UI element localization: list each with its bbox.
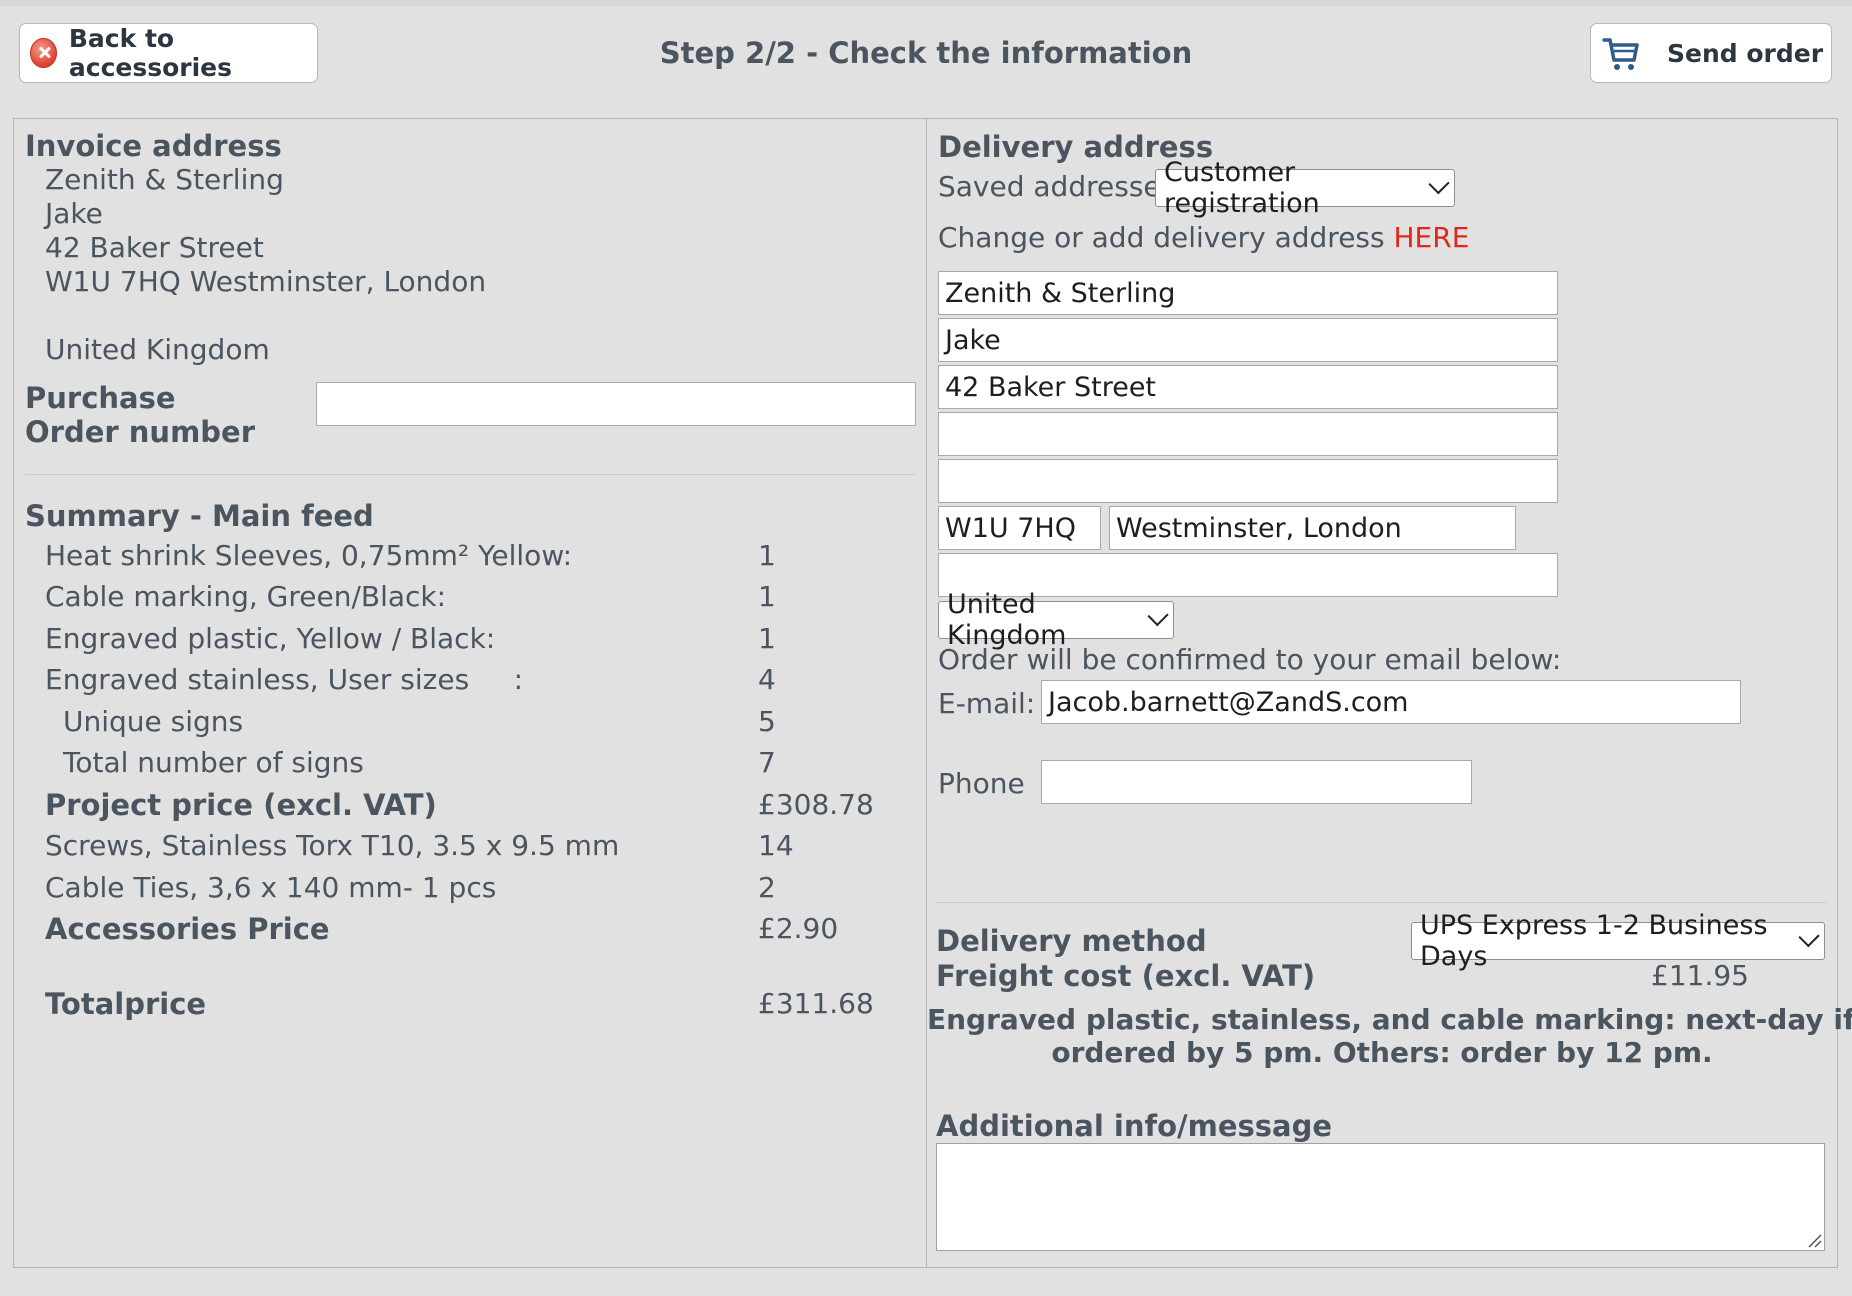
summary-row-label: Cable Ties, 3,6 x 140 mm- 1 pcs bbox=[45, 871, 497, 904]
summary-row-label: Engraved stainless, User sizes : bbox=[45, 663, 524, 696]
project-price-value: £308.78 bbox=[758, 788, 874, 821]
freight-cost-value: £11.95 bbox=[1651, 959, 1749, 992]
email-label: E-mail: bbox=[938, 687, 1036, 720]
saved-addresses-value: Customer registration bbox=[1164, 157, 1320, 219]
total-price-value: £311.68 bbox=[758, 987, 874, 1020]
summary-row-value: 2 bbox=[758, 871, 776, 904]
additional-info-textarea[interactable] bbox=[936, 1143, 1825, 1251]
resize-grip-icon[interactable] bbox=[1806, 1232, 1822, 1248]
page-title: Step 2/2 - Check the information bbox=[659, 36, 1193, 70]
send-order-label: Send order bbox=[1667, 38, 1824, 68]
summary-row-label: Screws, Stainless Torx T10, 3.5 x 9.5 mm bbox=[45, 829, 620, 862]
delivery-notice-line1: Engraved plastic, stainless, and cable m… bbox=[927, 1003, 1852, 1036]
delivery-address-line5-input[interactable] bbox=[938, 459, 1558, 503]
change-address-label: Change or add delivery address bbox=[938, 221, 1394, 254]
summary-row-label: Total number of signs bbox=[63, 746, 364, 779]
delivery-street-input[interactable]: 42 Baker Street bbox=[938, 365, 1558, 409]
chevron-down-icon bbox=[1147, 605, 1169, 627]
invoice-city: W1U 7HQ Westminster, London bbox=[45, 265, 487, 298]
summary-row-label: Cable marking, Green/Black: bbox=[45, 580, 447, 613]
invoice-address-heading: Invoice address bbox=[25, 129, 282, 163]
po-label-line2: Order number bbox=[25, 415, 256, 449]
summary-row-value: 14 bbox=[758, 829, 794, 862]
saved-addresses-label: Saved addresses bbox=[938, 170, 1176, 203]
delivery-country-select[interactable]: United Kingdom bbox=[938, 589, 1174, 651]
saved-addresses-select[interactable]: Customer registration bbox=[1155, 157, 1455, 219]
top-strip bbox=[0, 0, 1852, 6]
confirm-email-note: Order will be confirmed to your email be… bbox=[938, 643, 1562, 676]
divider bbox=[935, 902, 1827, 903]
delivery-name-input[interactable]: Jake bbox=[938, 318, 1558, 362]
summary-row-label: Unique signs bbox=[63, 705, 244, 738]
purchase-order-input[interactable] bbox=[316, 382, 916, 426]
phone-label: Phone bbox=[938, 767, 1025, 800]
delivery-country-value: United Kingdom bbox=[947, 589, 1067, 651]
summary-row-value: 4 bbox=[758, 663, 776, 696]
summary-row-label: Heat shrink Sleeves, 0,75mm² Yellow: bbox=[45, 539, 573, 572]
summary-row-value: 1 bbox=[758, 580, 776, 613]
invoice-summary-panel: Invoice address Zenith & Sterling Jake 4… bbox=[13, 118, 927, 1268]
summary-row-value: 5 bbox=[758, 705, 776, 738]
delivery-method-select[interactable]: UPS Express 1-2 Business Days bbox=[1411, 910, 1825, 972]
send-order-button[interactable]: Send order bbox=[1590, 23, 1832, 83]
delivery-postcode-input[interactable]: W1U 7HQ bbox=[938, 506, 1101, 550]
invoice-street: 42 Baker Street bbox=[45, 231, 264, 264]
delivery-panel: Delivery address Saved addresses Custome… bbox=[926, 118, 1852, 1268]
delivery-address-line4-input[interactable] bbox=[938, 412, 1558, 456]
delivery-city-input[interactable]: Westminster, London bbox=[1109, 506, 1516, 550]
delivery-company-input[interactable]: Zenith & Sterling bbox=[938, 271, 1558, 315]
change-address-text: Change or add delivery address HERE bbox=[938, 221, 1469, 254]
change-address-link[interactable]: HERE bbox=[1394, 221, 1470, 254]
invoice-company: Zenith & Sterling bbox=[45, 163, 284, 196]
project-price-label: Project price (excl. VAT) bbox=[45, 788, 437, 822]
accessories-price-label: Accessories Price bbox=[45, 912, 330, 946]
cart-icon bbox=[1602, 38, 1639, 70]
summary-heading: Summary - Main feed bbox=[25, 499, 374, 533]
invoice-name: Jake bbox=[45, 197, 103, 230]
delivery-notice-line2: ordered by 5 pm. Others: order by 12 pm. bbox=[1051, 1036, 1713, 1069]
chevron-down-icon bbox=[1798, 926, 1820, 948]
total-price-label: Totalprice bbox=[45, 987, 207, 1021]
summary-row-value: 1 bbox=[758, 622, 776, 655]
accessories-price-value: £2.90 bbox=[758, 912, 839, 945]
divider bbox=[25, 474, 915, 475]
email-input[interactable]: Jacob.barnett@ZandS.com bbox=[1041, 680, 1741, 724]
summary-row-value: 1 bbox=[758, 539, 776, 572]
phone-input[interactable] bbox=[1041, 760, 1472, 804]
summary-row-value: 7 bbox=[758, 746, 776, 779]
summary-row-label: Engraved plastic, Yellow / Black: bbox=[45, 622, 496, 655]
freight-cost-label: Freight cost (excl. VAT) bbox=[936, 959, 1316, 993]
delivery-method-label: Delivery method bbox=[936, 924, 1207, 958]
invoice-country: United Kingdom bbox=[45, 333, 270, 366]
po-label-line1: Purchase bbox=[25, 381, 176, 415]
additional-info-label: Additional info/message bbox=[936, 1109, 1333, 1143]
chevron-down-icon bbox=[1428, 173, 1450, 195]
